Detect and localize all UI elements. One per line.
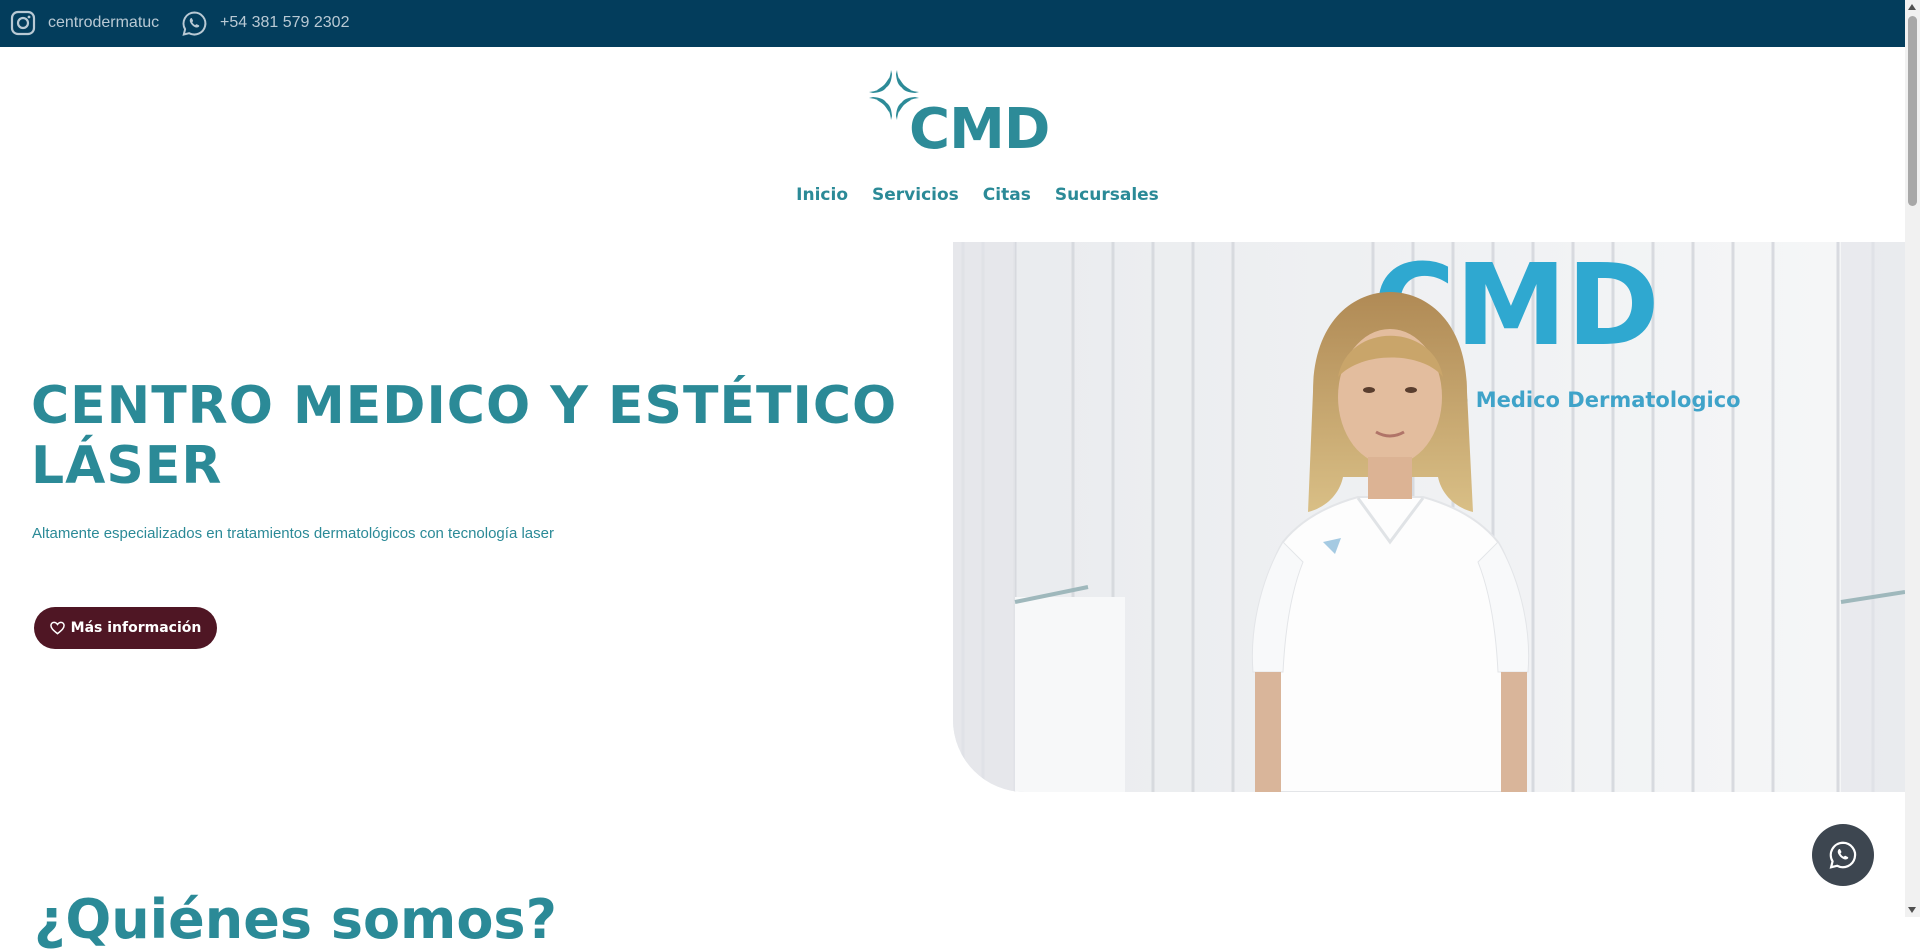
hero-title: CENTRO MEDICO Y ESTÉTICO LÁSER xyxy=(31,376,898,496)
site-logo[interactable]: CMD xyxy=(865,64,1050,160)
whatsapp-float-icon xyxy=(1829,841,1857,869)
hero-photo-illustration: CMD Centro Medico Dermatologico xyxy=(953,242,1905,792)
scrollbar-thumb[interactable] xyxy=(1908,16,1917,206)
nav-item-citas[interactable]: Citas xyxy=(983,185,1031,205)
nav-item-sucursales[interactable]: Sucursales xyxy=(1055,185,1159,205)
main-nav: Inicio Servicios Citas Sucursales xyxy=(0,185,1905,205)
heart-icon xyxy=(49,621,65,635)
whatsapp-icon[interactable] xyxy=(181,10,208,37)
instagram-icon[interactable] xyxy=(10,10,36,36)
scroll-up-arrow-icon[interactable] xyxy=(1908,4,1916,10)
hero-photo: CMD Centro Medico Dermatologico xyxy=(953,242,1905,792)
more-info-label: Más información xyxy=(70,620,202,636)
logo-text: CMD xyxy=(909,97,1050,162)
instagram-link[interactable]: centrodermatuc xyxy=(48,14,159,32)
hero-subtitle: Altamente especializados en tratamientos… xyxy=(32,525,554,542)
nav-item-inicio[interactable]: Inicio xyxy=(796,185,848,205)
top-bar: centrodermatuc +54 381 579 2302 xyxy=(0,0,1905,47)
page-scrollbar[interactable] xyxy=(1905,0,1920,917)
about-heading: ¿Quiénes somos? xyxy=(34,888,557,951)
phone-link[interactable]: +54 381 579 2302 xyxy=(220,14,349,32)
scroll-down-arrow-icon[interactable] xyxy=(1908,907,1916,913)
whatsapp-float-button[interactable] xyxy=(1812,824,1874,886)
nav-item-servicios[interactable]: Servicios xyxy=(872,185,959,205)
more-info-button[interactable]: Más información xyxy=(34,607,217,649)
